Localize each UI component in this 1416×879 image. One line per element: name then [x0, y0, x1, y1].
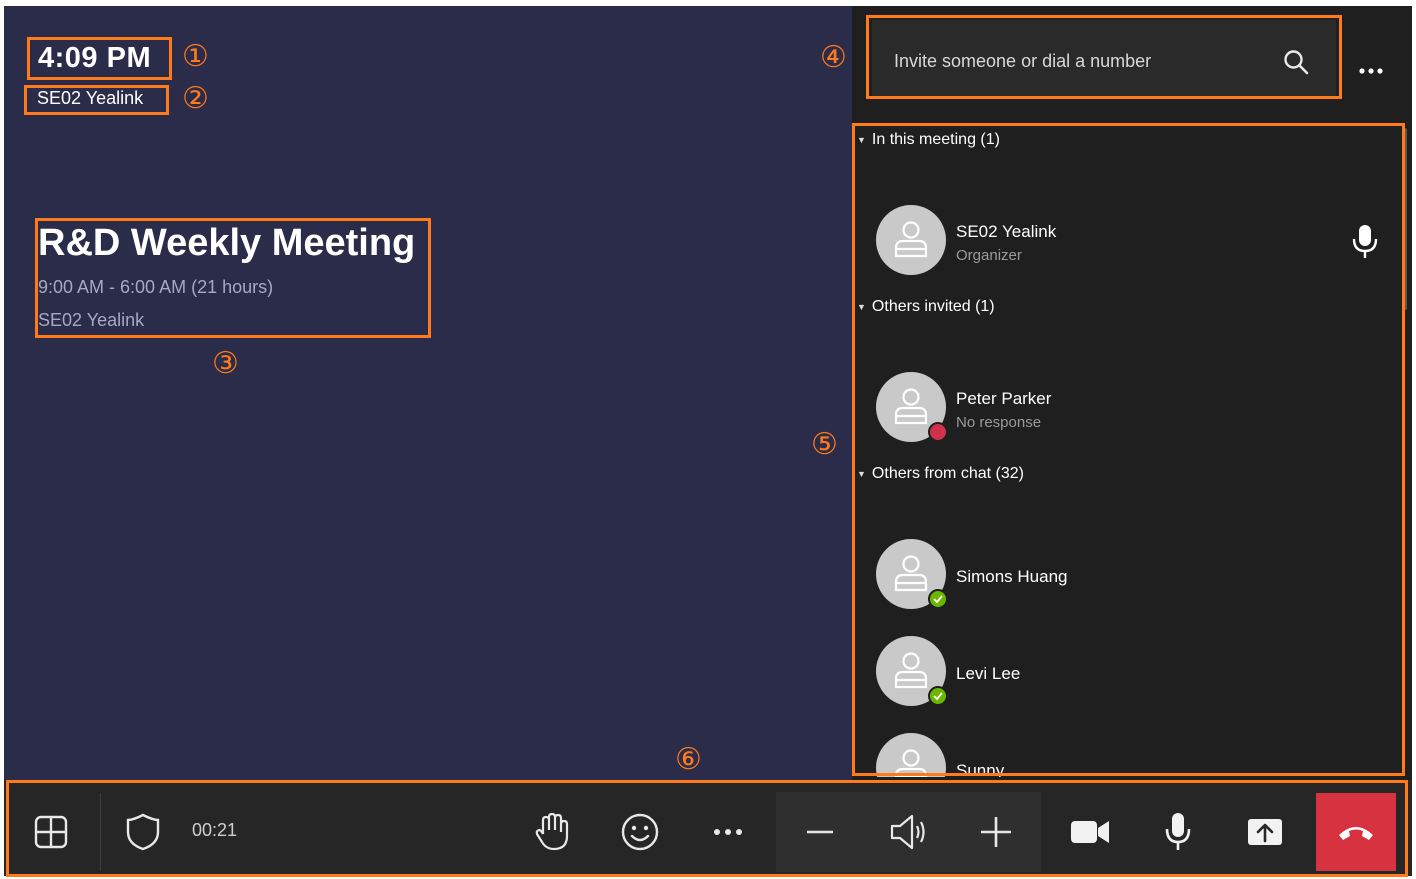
hang-up-button[interactable] [1316, 793, 1396, 871]
participant-row[interactable]: Peter Parker No response [876, 372, 1396, 446]
annotation-marker-4: ④ [820, 40, 847, 75]
available-status-icon [928, 589, 948, 609]
scrollbar[interactable] [1403, 128, 1407, 310]
annotation-marker-6: ⑥ [675, 742, 702, 777]
participant-role: No response [956, 414, 1042, 431]
meeting-title: R&D Weekly Meeting [38, 222, 416, 264]
section-others-from-chat[interactable]: ▼ Others from chat (32) [857, 465, 1024, 483]
more-options-icon[interactable] [1354, 58, 1388, 82]
participant-row[interactable]: SE02 Yealink Organizer [876, 205, 1396, 279]
search-icon[interactable] [1281, 47, 1311, 77]
shield-icon[interactable] [124, 812, 162, 852]
participant-role: Organizer [956, 247, 1022, 264]
participant-name: Levi Lee [956, 664, 1021, 683]
microphone-icon[interactable] [1350, 223, 1380, 261]
participant-name: Simons Huang [956, 567, 1068, 586]
volume-up-icon[interactable] [979, 815, 1013, 849]
avatar [876, 205, 946, 275]
raise-hand-icon[interactable] [533, 812, 571, 852]
participant-name: Peter Parker [956, 389, 1052, 408]
call-timer: 00:21 [192, 820, 238, 840]
meeting-stage [4, 6, 852, 780]
meeting-time: 9:00 AM - 6:00 AM (21 hours) [38, 277, 274, 297]
room-name: SE02 Yealink [37, 88, 144, 108]
section-others-invited[interactable]: ▼ Others invited (1) [857, 298, 995, 316]
person-icon [894, 555, 928, 592]
camera-icon[interactable] [1069, 816, 1111, 848]
meeting-organizer: SE02 Yealink [38, 310, 145, 330]
hang-up-icon [1339, 827, 1373, 840]
annotation-marker-1: ① [182, 39, 209, 74]
person-icon [894, 652, 928, 689]
busy-status-icon [928, 422, 948, 442]
participant-row[interactable]: Sunny [876, 733, 1396, 777]
volume-down-icon[interactable] [805, 818, 835, 846]
more-icon[interactable] [709, 820, 747, 844]
clock: 4:09 PM [38, 42, 152, 74]
participant-name: Sunny [956, 761, 1005, 777]
annotation-marker-2: ② [182, 81, 209, 116]
divider [100, 793, 101, 871]
layout-icon[interactable] [34, 815, 68, 849]
share-screen-icon[interactable] [1246, 817, 1284, 847]
participant-row[interactable]: Simons Huang [876, 539, 1396, 613]
person-icon [894, 749, 928, 777]
speaker-icon[interactable] [888, 812, 930, 852]
caret-down-icon: ▼ [857, 301, 866, 312]
caret-down-icon: ▼ [857, 468, 866, 479]
microphone-icon[interactable] [1163, 811, 1193, 853]
person-icon [894, 221, 928, 258]
person-icon [894, 388, 928, 425]
participant-name: SE02 Yealink [956, 222, 1057, 241]
section-in-meeting[interactable]: ▼ In this meeting (1) [857, 131, 1000, 149]
participant-row[interactable]: Levi Lee [876, 636, 1396, 710]
annotation-marker-5: ⑤ [811, 427, 838, 462]
avatar [876, 733, 946, 777]
available-status-icon [928, 686, 948, 706]
annotation-marker-3: ③ [212, 346, 239, 381]
reaction-icon[interactable] [620, 812, 660, 852]
caret-down-icon: ▼ [857, 134, 866, 145]
invite-search-placeholder[interactable]: Invite someone or dial a number [894, 51, 1151, 72]
